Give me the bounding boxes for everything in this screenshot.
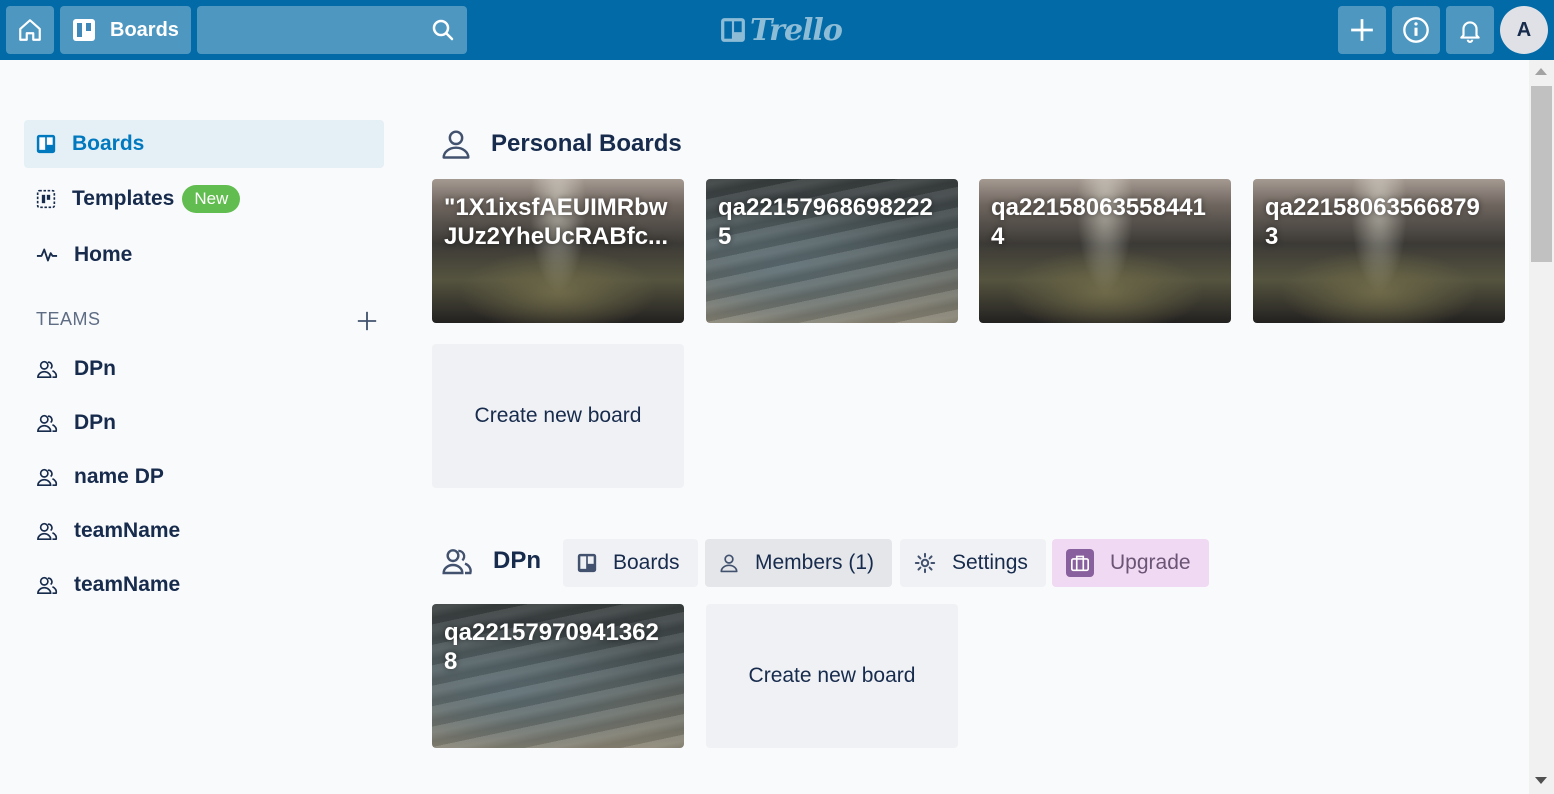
team-heading: DPn (441, 546, 541, 576)
plus-icon (1351, 19, 1373, 41)
sidebar-item-templates[interactable]: Templates New (24, 175, 384, 223)
board-tile[interactable]: "1X1ixsfAEUIMRbwJUz2YheUcRABfc... (432, 179, 684, 323)
team-icon (442, 549, 472, 575)
sidebar-item-boards[interactable]: Boards (24, 120, 384, 168)
team-icon (37, 576, 58, 594)
team-icon (37, 468, 58, 486)
board-icon (36, 134, 56, 154)
sidebar-item-team[interactable]: teamName (24, 507, 384, 555)
sidebar-item-label: DPn (74, 357, 116, 380)
tab-label: Settings (952, 551, 1028, 574)
team-upgrade-tab[interactable]: Upgrade (1052, 539, 1209, 587)
sidebar-item-label: teamName (74, 573, 181, 596)
sidebar-item-label: teamName (74, 519, 181, 542)
tab-label: Members (1) (755, 551, 875, 574)
sidebar-item-label: Home (74, 243, 133, 266)
info-button[interactable] (1392, 6, 1440, 54)
team-icon (37, 414, 58, 432)
top-header: Boards Trello A (0, 0, 1554, 60)
team-settings-tab[interactable]: Settings (900, 539, 1046, 587)
home-button[interactable] (6, 6, 54, 54)
new-badge: New (182, 185, 241, 213)
create-board-tile[interactable]: Create new board (706, 604, 958, 748)
team-members-tab[interactable]: Members (1) (705, 539, 893, 587)
board-title: "1X1ixsfAEUIMRbwJUz2YheUcRABfc... (444, 194, 669, 250)
notifications-button[interactable] (1446, 6, 1494, 54)
sidebar-item-home[interactable]: Home (24, 231, 384, 279)
board-title: qa221580635584414 (991, 194, 1206, 250)
activity-icon (36, 248, 58, 262)
sidebar-item-label: Boards (72, 132, 145, 155)
board-title: qa221579686982225 (718, 194, 933, 250)
board-tile[interactable]: qa221579709413628 (432, 604, 684, 748)
team-icon (37, 360, 58, 378)
scrollbar-thumb[interactable] (1531, 86, 1552, 262)
scroll-down-arrow-icon[interactable] (1535, 777, 1547, 784)
home-icon (19, 19, 41, 41)
tab-label: Boards (613, 551, 680, 574)
boards-button-label: Boards (110, 18, 179, 41)
create-board-tile[interactable]: Create new board (432, 344, 684, 488)
bell-icon (1460, 21, 1480, 43)
trello-logo-icon (721, 18, 745, 42)
search-icon[interactable] (431, 18, 455, 42)
template-icon (36, 189, 56, 209)
search-box[interactable] (197, 6, 467, 54)
create-button[interactable] (1338, 6, 1386, 54)
board-tile[interactable]: qa221580635668793 (1253, 179, 1505, 323)
plus-icon (357, 311, 377, 331)
board-icon (73, 19, 95, 41)
briefcase-icon (1066, 549, 1094, 577)
boards-button[interactable]: Boards (60, 6, 191, 54)
team-title: DPn (493, 547, 541, 574)
gear-icon (914, 552, 936, 574)
sidebar-item-team[interactable]: DPn (24, 399, 384, 447)
add-team-button[interactable] (352, 306, 382, 336)
team-icon (37, 522, 58, 540)
sidebar-item-team[interactable]: teamName (24, 561, 384, 609)
sidebar-item-team[interactable]: DPn (24, 345, 384, 393)
avatar[interactable]: A (1500, 6, 1548, 54)
info-icon (1403, 17, 1429, 43)
sidebar-item-label: DPn (74, 411, 116, 434)
personal-boards-heading: Personal Boards (441, 128, 682, 160)
person-icon (442, 130, 470, 159)
board-tile[interactable]: qa221579686982225 (706, 179, 958, 323)
board-title: qa221580635668793 (1265, 194, 1480, 250)
board-title: qa221579709413628 (444, 619, 659, 675)
board-tile[interactable]: qa221580635584414 (979, 179, 1231, 323)
scroll-up-arrow-icon[interactable] (1535, 68, 1547, 75)
team-boards-tab[interactable]: Boards (563, 539, 698, 587)
trello-logo-text: Trello (750, 12, 843, 48)
section-title: Personal Boards (491, 130, 682, 157)
board-icon (577, 553, 597, 573)
search-input[interactable] (197, 6, 467, 54)
trello-logo[interactable]: Trello (720, 12, 843, 48)
sidebar-item-label: Templates (72, 187, 175, 210)
teams-heading: TEAMS (36, 309, 101, 329)
sidebar-item-team[interactable]: name DP (24, 453, 384, 501)
sidebar-item-label: name DP (74, 465, 164, 488)
tab-label: Upgrade (1110, 551, 1191, 574)
person-icon (720, 554, 738, 573)
